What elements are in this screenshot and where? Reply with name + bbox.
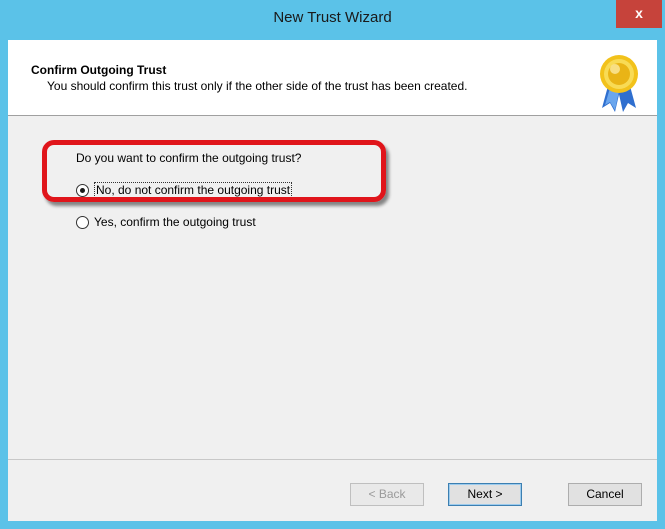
window-title: New Trust Wizard xyxy=(273,9,392,26)
page-subtitle: You should confirm this trust only if th… xyxy=(47,79,468,93)
radio-option-no-confirm[interactable]: No, do not confirm the outgoing trust xyxy=(76,181,293,199)
next-button[interactable]: Next > xyxy=(448,483,522,506)
radio-label-no-confirm: No, do not confirm the outgoing trust xyxy=(94,182,293,198)
title-bar[interactable]: New Trust Wizard x xyxy=(0,0,665,40)
radio-label-yes-confirm: Yes, confirm the outgoing trust xyxy=(94,215,256,229)
award-ribbon-icon xyxy=(600,55,638,112)
wizard-window: New Trust Wizard x Confirm Outgoing Trus… xyxy=(0,0,665,529)
window-border xyxy=(0,521,665,529)
question-label: Do you want to confirm the outgoing trus… xyxy=(76,151,302,165)
radio-option-yes-confirm[interactable]: Yes, confirm the outgoing trust xyxy=(76,213,256,231)
cancel-button[interactable]: Cancel xyxy=(568,483,642,506)
page-title: Confirm Outgoing Trust xyxy=(31,63,167,77)
button-bar: < Back Next > Cancel xyxy=(8,459,657,521)
close-button[interactable]: x xyxy=(616,0,662,28)
dialog-client-area: Confirm Outgoing Trust You should confir… xyxy=(8,40,657,521)
radio-button-selected[interactable] xyxy=(76,183,89,197)
radio-button-unselected[interactable] xyxy=(76,215,89,229)
wizard-content: Do you want to confirm the outgoing trus… xyxy=(8,117,657,459)
back-button[interactable]: < Back xyxy=(350,483,424,506)
wizard-header: Confirm Outgoing Trust You should confir… xyxy=(8,40,657,116)
